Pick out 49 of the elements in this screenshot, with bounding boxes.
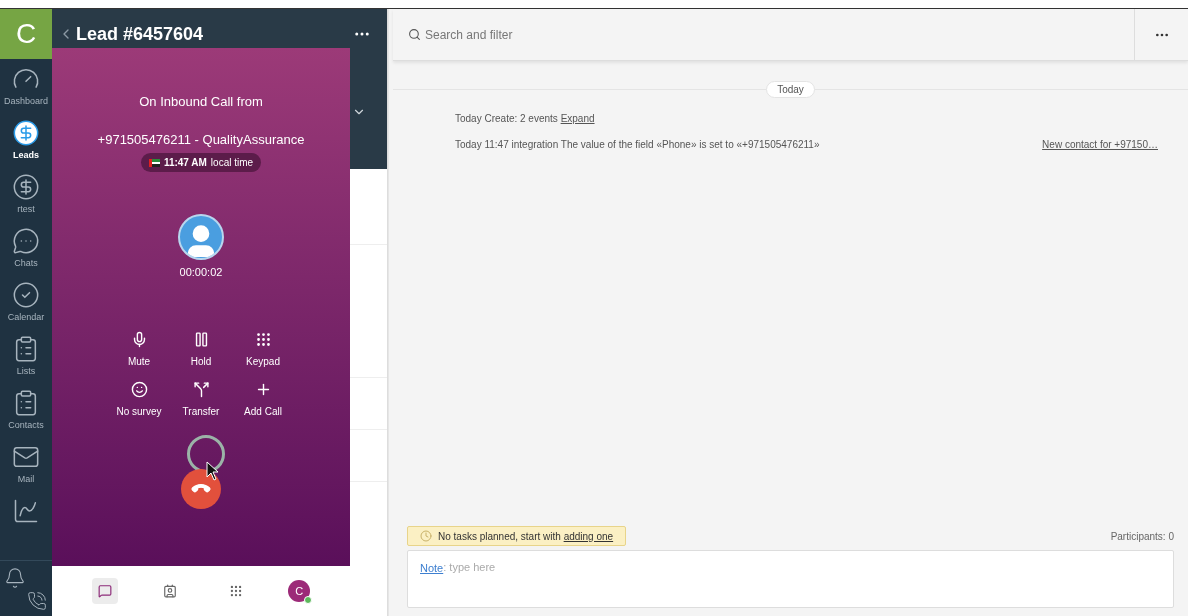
search-field[interactable]: Search and filter bbox=[393, 9, 1134, 60]
note-field[interactable]: : type here bbox=[443, 560, 1161, 574]
transfer-icon bbox=[192, 380, 210, 398]
tasks-text: No tasks planned, start with adding one bbox=[438, 529, 614, 544]
sidebar-item[interactable]: Leads bbox=[0, 113, 52, 167]
add-task-link[interactable]: adding one bbox=[563, 530, 614, 542]
sidebar-item[interactable]: rtest bbox=[0, 167, 52, 221]
profile-avatar[interactable]: C bbox=[288, 580, 311, 602]
sidebar-item[interactable]: Lists bbox=[0, 329, 52, 383]
expand-link[interactable]: Expand bbox=[560, 113, 595, 124]
chat-icon bbox=[12, 227, 40, 255]
smile-icon bbox=[130, 380, 148, 398]
local-time-badge: 11:47 AM local time bbox=[140, 153, 262, 172]
date-badge: Today bbox=[766, 80, 815, 98]
sidebar-item[interactable]: Chats bbox=[0, 221, 52, 275]
sidebar-item[interactable]: Dashboard bbox=[0, 59, 52, 113]
contact-link[interactable]: New contact for +97150… bbox=[1042, 137, 1158, 152]
contacts-icon bbox=[163, 584, 178, 598]
call-timer: 00:00:02 bbox=[179, 265, 223, 280]
event-text: Today Create: 2 events Expand bbox=[455, 112, 595, 126]
phone-icon[interactable] bbox=[27, 591, 47, 611]
stats-icon bbox=[12, 497, 40, 525]
check-icon bbox=[12, 281, 40, 309]
call-action-button[interactable]: Mute bbox=[111, 330, 167, 369]
call-action-button[interactable]: No survey bbox=[111, 380, 167, 419]
call-action-button[interactable]: Keypad bbox=[235, 330, 291, 369]
lead-title: Lead #6457604 bbox=[76, 22, 204, 46]
flag-icon bbox=[148, 158, 160, 167]
cursor-icon bbox=[206, 461, 220, 481]
clock-icon bbox=[420, 530, 432, 542]
call-heading: On Inbound Call from bbox=[139, 93, 263, 111]
caller-number: +971505476211 - QualityAssurance bbox=[97, 130, 305, 149]
sidebar-item[interactable]: Calendar bbox=[0, 275, 52, 329]
participants-count: Participants: 0 bbox=[1110, 529, 1174, 544]
hang-up-button[interactable] bbox=[181, 468, 221, 509]
keypad-icon bbox=[228, 584, 243, 598]
keypad-icon bbox=[254, 330, 272, 348]
bell-icon[interactable] bbox=[4, 567, 26, 589]
sidebar-item[interactable]: Mail bbox=[0, 437, 52, 491]
chat-icon bbox=[97, 584, 112, 598]
event-text: Today 11:47 integration The value of the field «Phone» is set to «+971505476211» bbox=[455, 138, 820, 152]
call-action-button[interactable]: Add Call bbox=[235, 380, 291, 419]
call-action-button[interactable]: Transfer bbox=[173, 380, 229, 419]
chat-tab[interactable] bbox=[91, 578, 118, 604]
search-icon bbox=[408, 28, 421, 41]
sidebar-item[interactable]: Contacts bbox=[0, 383, 52, 437]
caller-avatar bbox=[178, 214, 224, 260]
call-action-button[interactable]: Hold bbox=[173, 330, 229, 369]
dollar-icon bbox=[12, 173, 40, 201]
